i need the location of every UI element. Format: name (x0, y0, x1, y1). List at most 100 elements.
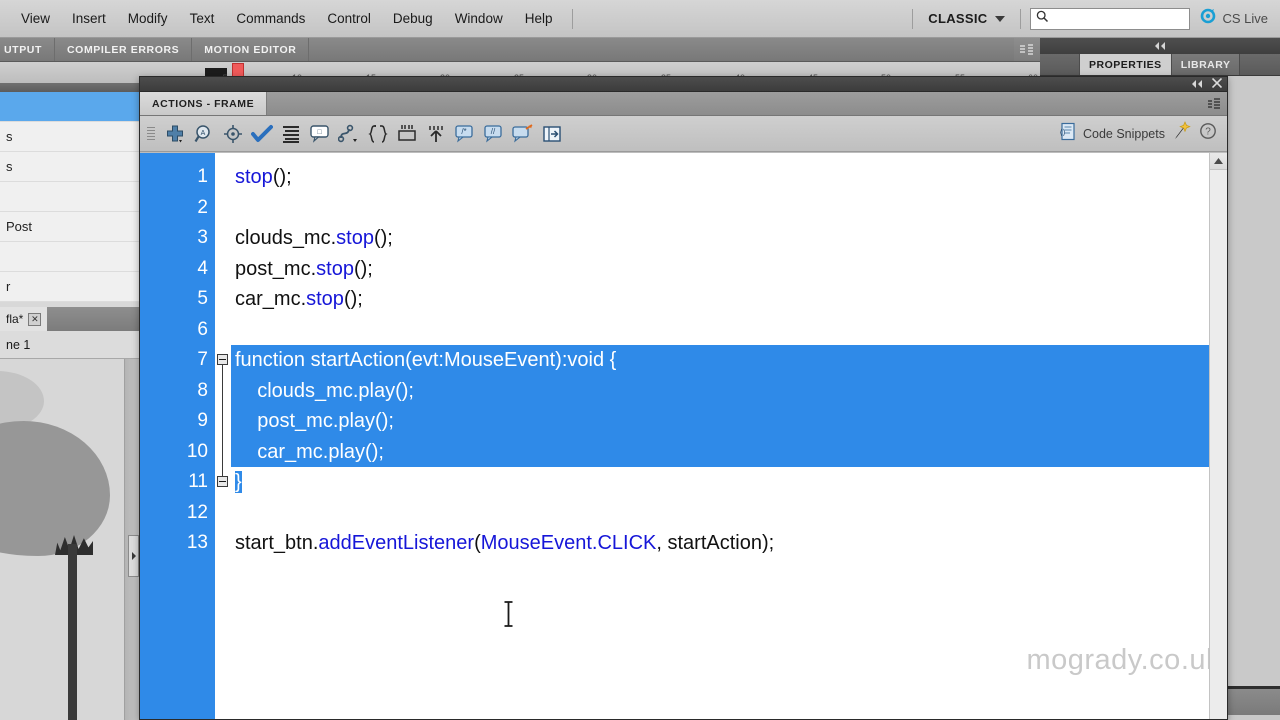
fold-end-icon[interactable] (217, 476, 228, 487)
code-folding-column[interactable] (215, 153, 231, 719)
menu-debug[interactable]: Debug (382, 7, 444, 30)
code-line[interactable] (231, 498, 1227, 529)
scene-bar[interactable]: ne 1 (0, 331, 140, 359)
code-line[interactable]: stop(); (231, 162, 1227, 193)
timeline-playhead[interactable] (232, 63, 244, 77)
menu-commands[interactable]: Commands (225, 7, 316, 30)
line-number: 4 (197, 257, 208, 279)
bottom-panel-tabs: UTPUT COMPILER ERRORS MOTION EDITOR (0, 38, 1040, 62)
layer-row[interactable]: Post (0, 212, 139, 242)
script-assist-icon[interactable] (537, 120, 566, 148)
layer-row[interactable] (0, 182, 139, 212)
collapse-between-braces-icon[interactable] (363, 120, 392, 148)
panel-expand-handle[interactable] (128, 535, 139, 577)
actions-panel: ACTIONS - FRAME A □ /* // ⟨⟩ Code Snippe… (139, 76, 1228, 720)
tab-output[interactable]: UTPUT (0, 38, 55, 61)
layer-label: s (6, 129, 13, 144)
code-snippets-label: Code Snippets (1082, 126, 1165, 141)
code-text: post_mc. (235, 257, 317, 280)
scroll-up-arrow-icon[interactable] (1210, 153, 1227, 170)
panel-menu-icon[interactable] (1201, 92, 1227, 115)
find-replace-icon[interactable] (218, 120, 247, 148)
find-icon[interactable]: A (189, 120, 218, 148)
tab-actions-frame[interactable]: ACTIONS - FRAME (140, 92, 268, 115)
code-keyword: stop (336, 227, 374, 249)
code-line[interactable]: start_btn.addEventListener(MouseEvent.CL… (231, 528, 1227, 559)
code-line[interactable]: car_mc.play(); (231, 436, 1227, 467)
layers-panel: s s Post r (0, 92, 140, 332)
line-number: 2 (197, 196, 208, 218)
show-code-hint-icon[interactable]: □ (305, 120, 334, 148)
search-box[interactable] (1030, 7, 1191, 30)
code-text-area[interactable]: stop(); clouds_mc.stop(); post_mc.stop();… (231, 153, 1227, 719)
script-editor[interactable]: 1 2 3 4 5 6 7 8 9 10 11 12 13 stop(); clouds_mc.stop… (140, 153, 1227, 719)
chevron-down-icon (995, 15, 1006, 22)
actions-panel-tabbar: ACTIONS - FRAME (140, 92, 1227, 116)
line-number: 7 (197, 349, 208, 370)
document-tab-bar: fla* ✕ (0, 307, 140, 331)
cs-live-icon (1200, 8, 1216, 29)
layer-row[interactable] (0, 92, 139, 122)
code-line[interactable]: post_mc.play(); (231, 406, 1227, 437)
menu-control[interactable]: Control (316, 7, 382, 30)
layer-row[interactable] (0, 242, 139, 272)
menu-text[interactable]: Text (179, 7, 226, 30)
layer-row[interactable]: s (0, 122, 139, 152)
apply-block-comment-icon[interactable]: /* (450, 120, 479, 148)
tab-motion-editor[interactable]: MOTION EDITOR (192, 38, 310, 61)
close-icon[interactable]: ✕ (28, 312, 42, 326)
code-line[interactable]: } (231, 467, 1227, 498)
expand-all-icon[interactable] (421, 120, 450, 148)
help-icon[interactable]: ? (1199, 122, 1217, 145)
editor-scrollbar[interactable] (1209, 153, 1227, 719)
code-line[interactable] (231, 193, 1227, 224)
collapse-left-icon[interactable] (1040, 38, 1280, 54)
auto-format-icon[interactable] (276, 120, 305, 148)
debug-options-icon[interactable] (334, 120, 363, 148)
menu-bar: View Insert Modify Text Commands Control… (0, 0, 1280, 38)
cs-live-button[interactable]: CS Live (1200, 8, 1268, 29)
code-line[interactable]: function startAction(evt:MouseEvent):voi… (231, 345, 1227, 376)
line-number: 9 (197, 410, 208, 431)
code-snippets-icon: ⟨⟩ (1057, 122, 1076, 146)
collapse-selection-icon[interactable] (392, 120, 421, 148)
tab-properties[interactable]: PROPERTIES (1080, 54, 1172, 75)
code-line[interactable]: post_mc.stop(); (231, 254, 1227, 285)
code-text: (); (272, 166, 292, 188)
close-icon[interactable] (1211, 75, 1223, 93)
stage-right-rail (124, 359, 140, 720)
line-number: 11 (188, 471, 208, 492)
code-line[interactable]: clouds_mc.play(); (231, 375, 1227, 406)
layer-row[interactable]: s (0, 152, 139, 182)
fold-collapse-icon[interactable] (217, 354, 228, 365)
menu-window[interactable]: Window (444, 7, 514, 30)
code-line[interactable]: clouds_mc.stop(); (231, 223, 1227, 254)
add-script-icon[interactable] (160, 120, 189, 148)
menu-view[interactable]: View (10, 7, 61, 30)
check-syntax-icon[interactable] (247, 120, 276, 148)
document-tab[interactable]: fla* ✕ (0, 307, 48, 331)
magic-wand-icon[interactable] (1172, 121, 1192, 146)
code-line[interactable]: car_mc.stop(); (231, 284, 1227, 315)
remove-comment-icon[interactable] (508, 120, 537, 148)
tab-library[interactable]: LIBRARY (1171, 54, 1241, 75)
stage-canvas[interactable] (0, 359, 140, 720)
dock-tab-placeholder (1040, 54, 1080, 75)
tab-compiler-errors[interactable]: COMPILER ERRORS (55, 38, 193, 61)
menu-insert[interactable]: Insert (61, 7, 117, 30)
magnifier-icon (1036, 10, 1049, 28)
collapse-icon[interactable] (1192, 75, 1204, 93)
workspace-switcher[interactable]: CLASSIC (922, 8, 1011, 29)
panel-menu-icon[interactable] (1014, 38, 1040, 61)
menu-help[interactable]: Help (514, 7, 564, 30)
code-snippets-button[interactable]: ⟨⟩ Code Snippets ? (1057, 121, 1227, 146)
toolbar-grip[interactable] (147, 122, 155, 146)
line-number: 5 (197, 288, 208, 309)
code-line[interactable] (231, 315, 1227, 346)
apply-line-comment-icon[interactable]: // (479, 120, 508, 148)
layer-row[interactable]: r (0, 272, 139, 302)
svg-text:/*: /* (461, 127, 466, 136)
menu-modify[interactable]: Modify (117, 7, 179, 30)
search-input[interactable] (1052, 11, 1185, 26)
tree-canopy-lower (0, 421, 110, 556)
